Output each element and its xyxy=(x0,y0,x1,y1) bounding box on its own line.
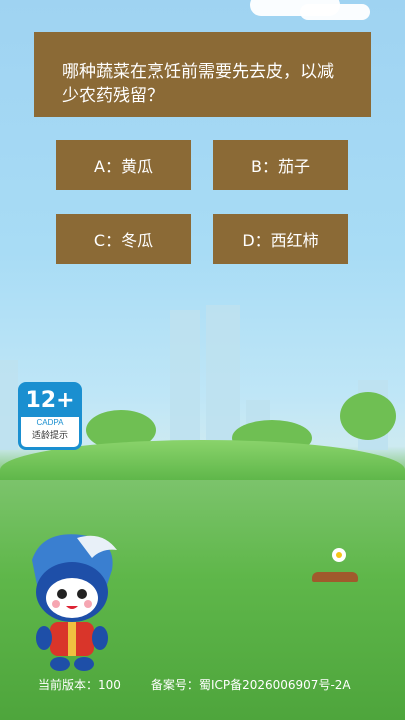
version-info: 当前版本：100 xyxy=(38,676,121,696)
cloud xyxy=(300,4,370,20)
city-building xyxy=(0,360,18,450)
tree xyxy=(340,392,396,440)
icp-info: 备案号：蜀ICP备2026006907号-2A xyxy=(151,676,351,696)
question-text: 哪种蔬菜在烹饪前需要先去皮，以减少农药残留？ xyxy=(62,62,334,106)
version-label: 当前版本： xyxy=(38,678,99,692)
city-building xyxy=(170,310,200,450)
version-value: 100 xyxy=(98,678,121,692)
icp-value: 蜀ICP备2026006907号-2A xyxy=(198,678,351,692)
option-label: D：西红柿 xyxy=(242,231,319,250)
option-b-button[interactable]: B：茄子 xyxy=(213,140,348,190)
age-rating-caption: 适龄提示 xyxy=(31,431,68,441)
option-label: B：茄子 xyxy=(251,157,310,176)
icp-label: 备案号： xyxy=(150,678,199,692)
option-label: C：冬瓜 xyxy=(93,231,154,250)
mascot-character-icon xyxy=(32,534,117,671)
age-rating-badge[interactable]: 12+ CADPA 适龄提示 xyxy=(18,382,82,450)
footer: 当前版本：100 备案号：蜀ICP备2026006907号-2A xyxy=(0,676,405,696)
option-d-button[interactable]: D：西红柿 xyxy=(213,214,348,264)
city-building xyxy=(206,305,240,450)
option-a-button[interactable]: A：黄瓜 xyxy=(56,140,191,190)
option-label: A：黄瓜 xyxy=(94,157,153,176)
age-rating-org: CADPA xyxy=(36,418,64,427)
flower-icon xyxy=(332,548,346,562)
option-c-button[interactable]: C：冬瓜 xyxy=(56,214,191,264)
question-card: 哪种蔬菜在烹饪前需要先去皮，以减少农药残留？ xyxy=(34,32,371,117)
age-rating-value: 12+ xyxy=(21,385,79,417)
dirt-mound xyxy=(312,572,358,582)
